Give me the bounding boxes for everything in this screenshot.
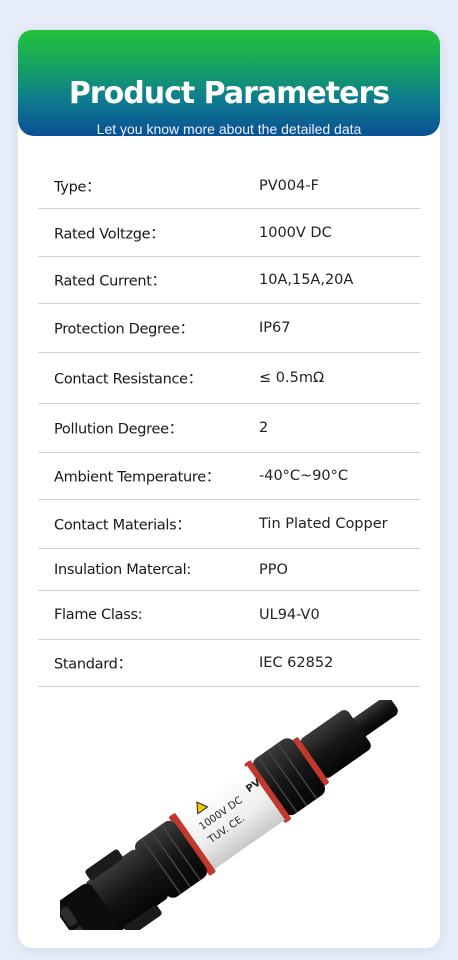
spec-label: Rated Voltzge： bbox=[54, 226, 165, 242]
spec-row-contact-materials: Contact Materials： Tin Plated Copper bbox=[38, 500, 420, 549]
page-title: Product Parameters bbox=[68, 76, 390, 111]
spec-row-contact-resistance: Contact Resistance： ≤ 0.5mΩ bbox=[38, 353, 420, 404]
spec-label: Insulation Matercal: bbox=[54, 561, 191, 578]
spec-value: PV004-F bbox=[259, 178, 319, 194]
spec-value: IEC 62852 bbox=[259, 655, 334, 671]
spec-label: Rated Current： bbox=[54, 273, 166, 290]
spec-value: -40°C~90°C bbox=[259, 468, 349, 484]
spec-label: Flame Class: bbox=[54, 607, 143, 623]
spec-table: Type： PV004-F Rated Voltzge： 1000V DC Ra… bbox=[38, 164, 420, 687]
spec-label: Contact Resistance： bbox=[54, 371, 202, 388]
spec-label: Type： bbox=[54, 179, 101, 196]
product-image: 1000V DC TUV. CE. PV bbox=[60, 700, 398, 930]
spec-value: 10A,15A,20A bbox=[259, 272, 354, 288]
spec-row-insulation-material: Insulation Matercal: PPO bbox=[38, 549, 420, 591]
spec-value: Tin Plated Copper bbox=[259, 516, 388, 532]
spec-label: Contact Materials： bbox=[54, 517, 191, 534]
spec-label: Protection Degree： bbox=[54, 321, 194, 338]
spec-value: PPO bbox=[259, 561, 288, 578]
spec-row-standard: Standard： IEC 62852 bbox=[38, 640, 420, 687]
spec-row-flame-class: Flame Class: UL94-V0 bbox=[38, 591, 420, 640]
spec-row-pollution-degree: Pollution Degree： 2 bbox=[38, 404, 420, 453]
spec-row-ambient-temperature: Ambient Temperature： -40°C~90°C bbox=[38, 453, 420, 500]
spec-value: IP67 bbox=[259, 320, 291, 336]
spec-label: Pollution Degree： bbox=[54, 421, 183, 438]
spec-row-rated-current: Rated Current： 10A,15A,20A bbox=[38, 257, 420, 304]
page-subtitle: Let you know more about the detailed dat… bbox=[96, 121, 362, 137]
spec-label: Standard： bbox=[54, 656, 132, 673]
spec-value: 2 bbox=[259, 420, 269, 436]
spec-row-protection-degree: Protection Degree： IP67 bbox=[38, 304, 420, 353]
spec-label: Ambient Temperature： bbox=[54, 469, 221, 486]
spec-value: ≤ 0.5mΩ bbox=[259, 370, 325, 386]
header-banner: Product Parameters Let you know more abo… bbox=[18, 30, 440, 137]
spec-row-rated-voltage: Rated Voltzge： 1000V DC bbox=[38, 209, 420, 257]
spec-value: UL94-V0 bbox=[259, 607, 320, 623]
spec-row-type: Type： PV004-F bbox=[38, 164, 420, 209]
spec-value: 1000V DC bbox=[259, 224, 332, 241]
